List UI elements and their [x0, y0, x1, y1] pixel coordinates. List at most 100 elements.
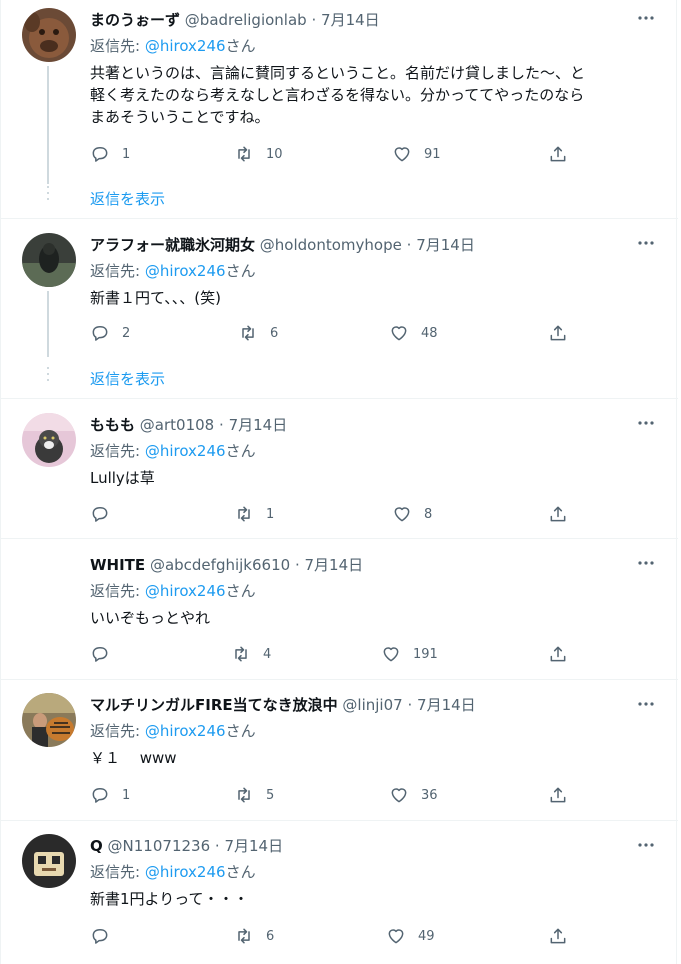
display-name[interactable]: アラフォー就職氷河期女	[90, 236, 255, 254]
like-button[interactable]: 49	[386, 925, 435, 947]
avatar[interactable]	[22, 8, 76, 62]
tweet[interactable]: ももも @art0108 · 7月14日 返信先: @hirox246さん Lu…	[1, 399, 678, 539]
separator: ·	[407, 696, 413, 714]
tweet-date[interactable]: 7月14日	[305, 556, 364, 574]
mention-link[interactable]: @hirox246	[145, 722, 226, 740]
tweet-actions: 4 191	[90, 643, 580, 665]
reply-button[interactable]	[90, 643, 122, 665]
thread-dots	[47, 186, 49, 204]
retweet-button[interactable]: 10	[234, 143, 283, 165]
display-name[interactable]: WHITE	[90, 556, 145, 574]
share-button[interactable]	[548, 784, 568, 806]
tweet[interactable]: WHITE @abcdefghijk6610 · 7月14日 返信先: @hir…	[1, 539, 678, 680]
tweet-text-line: まあそういうことですね。	[90, 108, 270, 126]
tweet-date[interactable]: 7月14日	[224, 837, 283, 855]
retweet-icon	[238, 506, 250, 522]
like-button[interactable]: 91	[392, 143, 441, 165]
show-replies-link[interactable]: 返信を表示	[90, 188, 165, 209]
retweet-button[interactable]: 6	[234, 925, 274, 947]
mention-link[interactable]: @hirox246	[145, 863, 226, 881]
like-button[interactable]: 8	[392, 503, 432, 525]
like-count: 91	[424, 146, 441, 162]
thread-line	[47, 291, 49, 357]
tweet[interactable]: まのうぉーず @badreligionlab · 7月14日 返信先: @hir…	[1, 0, 678, 219]
more-icon[interactable]	[636, 8, 656, 28]
like-count: 8	[424, 506, 433, 522]
mention-link[interactable]: @hirox246	[145, 37, 226, 55]
retweet-count: 10	[266, 146, 283, 162]
separator: ·	[406, 236, 412, 254]
reply-button[interactable]: 1	[90, 784, 130, 806]
share-button[interactable]	[548, 643, 568, 665]
retweet-button[interactable]: 4	[231, 643, 271, 665]
tweet-text: 新書１円て、、、(笑)	[90, 287, 660, 309]
reply-button[interactable]: 2	[90, 322, 130, 344]
more-icon[interactable]	[636, 553, 656, 573]
reply-to: 返信先: @hirox246さん	[90, 261, 256, 281]
more-icon[interactable]	[636, 233, 656, 253]
tweet-date[interactable]: 7月14日	[417, 696, 476, 714]
display-name[interactable]: まのうぉーず	[90, 11, 180, 29]
tweet-actions: 6 49	[90, 925, 580, 947]
tweet-text-line: 新書1円よりって・・・	[90, 890, 249, 908]
like-button[interactable]: 48	[389, 322, 438, 344]
mention-link[interactable]: @hirox246	[145, 582, 226, 600]
tweet-text-line: いいぞもっとやれ	[90, 609, 211, 627]
avatar[interactable]	[22, 834, 76, 888]
tweet-header: マルチリンガルFIRE当てなき放浪中 @linji07 · 7月14日	[90, 695, 638, 715]
user-handle[interactable]: @holdontomyhope	[260, 236, 402, 254]
tweet-text-line: 軽く考えたのなら考えなしと言わざるを得ない。分かっててやったのなら	[90, 86, 585, 104]
like-count: 36	[421, 787, 438, 803]
share-button[interactable]	[548, 143, 568, 165]
more-icon[interactable]	[636, 694, 656, 714]
like-count: 191	[413, 646, 438, 662]
user-handle[interactable]: @abcdefghijk6610	[150, 556, 290, 574]
display-name[interactable]: Q	[90, 837, 103, 855]
tweet-header: アラフォー就職氷河期女 @holdontomyhope · 7月14日	[90, 235, 638, 255]
share-button[interactable]	[548, 322, 568, 344]
avatar[interactable]	[22, 693, 76, 747]
reply-button[interactable]	[90, 503, 122, 525]
share-button[interactable]	[548, 503, 568, 525]
tweet-date[interactable]: 7月14日	[321, 11, 380, 29]
reply-icon	[92, 326, 108, 341]
tweet-text: 新書1円よりって・・・	[90, 888, 660, 910]
tweet[interactable]: Q @N11071236 · 7月14日 返信先: @hirox246さん 新書…	[1, 821, 678, 964]
mention-link[interactable]: @hirox246	[145, 442, 226, 460]
more-icon[interactable]	[636, 835, 656, 855]
display-name[interactable]: ももも	[90, 416, 135, 434]
share-icon	[550, 646, 566, 662]
share-button[interactable]	[548, 925, 568, 947]
user-handle[interactable]: @N11071236	[108, 837, 211, 855]
reply-to-label: 返信先:	[90, 863, 145, 881]
user-handle[interactable]: @badreligionlab	[185, 11, 307, 29]
like-button[interactable]: 191	[381, 643, 438, 665]
reply-button[interactable]: 1	[90, 143, 130, 165]
tweet-date[interactable]: 7月14日	[416, 236, 475, 254]
tweet[interactable]: マルチリンガルFIRE当てなき放浪中 @linji07 · 7月14日 返信先:…	[1, 680, 678, 821]
mention-link[interactable]: @hirox246	[145, 262, 226, 280]
avatar[interactable]	[22, 413, 76, 467]
avatar[interactable]	[22, 553, 76, 607]
retweet-icon	[235, 646, 247, 662]
heart-icon	[383, 647, 399, 662]
display-name[interactable]: マルチリンガルFIRE当てなき放浪中	[90, 696, 338, 714]
like-button[interactable]: 36	[389, 784, 438, 806]
more-icon[interactable]	[636, 413, 656, 433]
tweet[interactable]: アラフォー就職氷河期女 @holdontomyhope · 7月14日 返信先:…	[1, 219, 678, 399]
user-handle[interactable]: @linji07	[342, 696, 402, 714]
reply-icon	[92, 147, 108, 162]
user-handle[interactable]: @art0108	[140, 416, 214, 434]
separator: ·	[214, 837, 220, 855]
reply-to: 返信先: @hirox246さん	[90, 581, 256, 601]
reply-to-label: 返信先:	[90, 262, 145, 280]
tweet-date[interactable]: 7月14日	[229, 416, 288, 434]
show-replies-link[interactable]: 返信を表示	[90, 368, 165, 389]
retweet-button[interactable]: 1	[234, 503, 274, 525]
retweet-count: 4	[263, 646, 272, 662]
reply-button[interactable]	[90, 925, 122, 947]
tweet-text-line: 共著というのは、言論に賛同するということ。名前だけ貸しました〜、と	[90, 64, 586, 82]
retweet-button[interactable]: 6	[238, 322, 278, 344]
avatar[interactable]	[22, 233, 76, 287]
retweet-button[interactable]: 5	[234, 784, 274, 806]
